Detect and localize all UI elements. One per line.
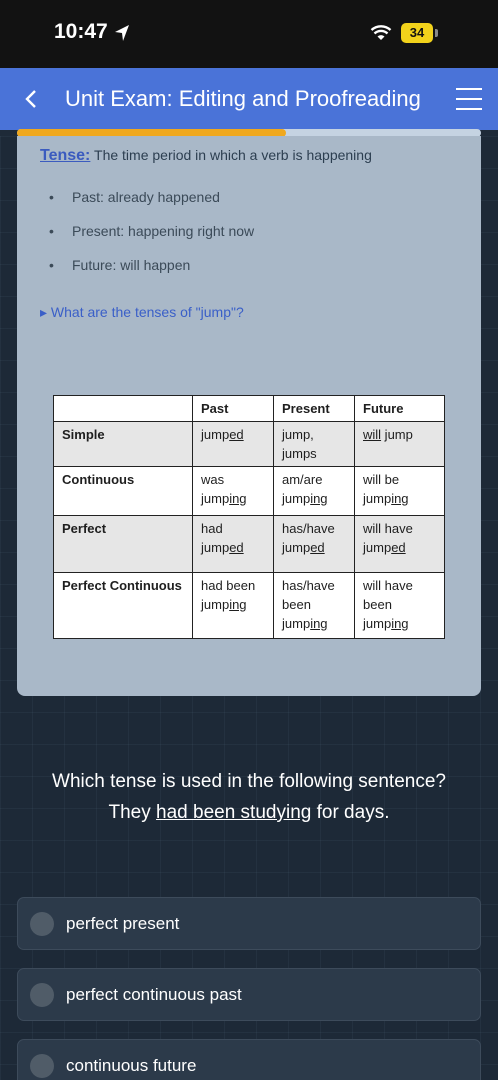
table-header-cell [53,395,193,422]
row-label: Perfect [53,515,193,573]
page-title: Unit Exam: Editing and Proofreading [65,86,421,111]
lesson-card: Tense: The time period in which a verb i… [17,136,481,696]
table-header-row: Past Present Future [53,395,445,422]
radio-button[interactable] [30,983,54,1007]
row-label: Continuous [53,466,193,516]
answer-option-1[interactable]: perfect present [17,897,481,950]
disclosure-triangle-icon: ▸ [40,304,48,320]
row-label: Simple [53,421,193,467]
status-time: 10:47 [54,20,108,43]
status-bar: 10:47 34 [0,0,498,68]
option-label: perfect present [66,914,180,933]
radio-button[interactable] [30,1054,54,1078]
table-row: Perfect Continuous had been jumping has/… [53,572,445,639]
tense-definition: Tense: The time period in which a verb i… [40,147,372,165]
list-item: Future: will happen [49,257,254,291]
table-cell: has/have been jumping [273,572,355,639]
table-cell: had been jumping [192,572,274,639]
header-bar: Unit Exam: Editing and Proofreading [0,68,498,130]
table-header-cell: Future [354,395,445,422]
tense-table: Past Present Future Simple jumped jump, … [53,395,445,639]
table-cell: will have been jumping [354,572,445,639]
list-item: Present: happening right now [49,223,254,257]
radio-button[interactable] [30,912,54,936]
battery-indicator: 34 [401,23,433,43]
table-cell: was jumping [192,466,274,516]
underlined-phrase: had been studying [156,802,312,823]
back-chevron-icon[interactable] [18,84,46,114]
tenses-toggle[interactable]: ▸ What are the tenses of "jump"? [40,304,244,321]
table-row: Perfect had jumped has/have jumped will … [53,515,445,573]
answer-option-2[interactable]: perfect continuous past [17,968,481,1021]
table-cell: will jump [354,421,445,467]
table-cell: will be jumping [354,466,445,516]
hamburger-menu-icon[interactable] [456,88,482,112]
tense-bullet-list: Past: already happened Present: happenin… [49,189,254,291]
list-item: Past: already happened [49,189,254,223]
question-text: Which tense is used in the following sen… [0,766,498,828]
table-cell: jumped [192,421,274,467]
location-arrow-icon [115,25,129,41]
table-cell: will have jumped [354,515,445,573]
tense-definition-text: The time period in which a verb is happe… [90,147,372,163]
tense-term: Tense: [40,147,91,164]
table-cell: had jumped [192,515,274,573]
table-header-cell: Past [192,395,274,422]
table-cell: has/have jumped [273,515,355,573]
table-row: Simple jumped jump, jumps will jump [53,421,445,467]
question-prompt: Which tense is used in the following sen… [52,771,446,792]
option-label: perfect continuous past [66,985,242,1004]
question-sentence: They had been studying for days. [108,802,390,823]
battery-nub [435,29,438,37]
answer-option-3[interactable]: continuous future [17,1039,481,1080]
table-cell: jump, jumps [273,421,355,467]
wifi-icon [370,25,392,40]
table-header-cell: Present [273,395,355,422]
table-cell: am/are jumping [273,466,355,516]
battery-level: 34 [409,25,425,40]
table-row: Continuous was jumping am/are jumping wi… [53,466,445,516]
option-label: continuous future [66,1056,197,1075]
tenses-toggle-label: What are the tenses of "jump"? [50,304,244,320]
row-label: Perfect Continuous [53,572,193,639]
